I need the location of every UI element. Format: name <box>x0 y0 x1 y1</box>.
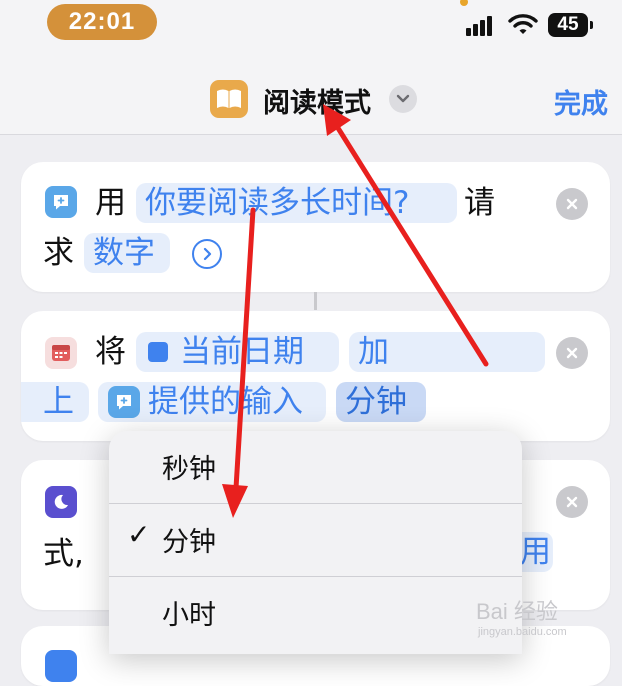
chevron-down-icon[interactable] <box>389 85 417 113</box>
calendar-icon <box>45 337 77 369</box>
message-bubble-icon <box>45 186 77 218</box>
remove-action-button[interactable] <box>556 486 588 518</box>
page-title[interactable]: 阅读模式 <box>263 81 371 120</box>
action-text: 式, <box>43 536 84 572</box>
operation-token-continued[interactable]: 上 <box>21 382 89 422</box>
chevron-right-icon[interactable] <box>192 239 222 269</box>
provided-input-token[interactable]: 提供的输入 <box>98 382 326 422</box>
provided-input-label: 提供的输入 <box>148 384 303 420</box>
message-bubble-icon <box>108 386 140 418</box>
input-type-token[interactable]: 数字 <box>84 233 170 273</box>
cellular-signal-icon <box>466 14 500 36</box>
action-card-ask-input[interactable]: 用 你要阅读多长时间? 请 求 数字 <box>21 162 610 292</box>
unit-token[interactable]: 分钟 <box>336 382 426 422</box>
done-button[interactable]: 完成 <box>554 82 608 121</box>
remove-action-button[interactable] <box>556 337 588 369</box>
action-text: 请 <box>464 185 495 221</box>
menu-item-minutes[interactable]: ✓ 分钟 <box>109 504 522 577</box>
action-text: 求 <box>43 235 74 271</box>
status-time: 22:01 <box>47 4 157 40</box>
nav-bar: 阅读模式 完成 <box>0 48 622 135</box>
watermark-url: jingyan.baidu.com <box>478 626 567 638</box>
action-verb: 用 <box>95 185 126 221</box>
unit-dropdown-menu: 秒钟 ✓ 分钟 小时 <box>109 431 522 654</box>
action-verb: 将 <box>95 334 126 370</box>
date-token-label: 当前日期 <box>180 334 304 370</box>
book-icon[interactable] <box>210 80 248 118</box>
privacy-indicator-dot <box>460 0 468 6</box>
menu-item-hours[interactable]: 小时 <box>109 577 522 650</box>
status-bar: 22:01 45 <box>0 0 622 48</box>
prompt-token[interactable]: 你要阅读多长时间? <box>136 183 457 223</box>
operation-token[interactable]: 加 <box>349 332 545 372</box>
action-card-adjust-date[interactable]: 将 当前日期 加 上 提供的输入 分钟 <box>21 311 610 441</box>
menu-item-seconds[interactable]: 秒钟 <box>109 431 522 504</box>
calendar-small-icon <box>148 342 168 362</box>
battery-icon: 45 <box>548 13 593 37</box>
checkmark-icon: ✓ <box>127 518 151 551</box>
moon-icon <box>45 486 77 518</box>
watermark-brand: Bai 经验 <box>476 599 558 624</box>
date-token[interactable]: 当前日期 <box>136 332 339 372</box>
action-connector <box>314 292 317 310</box>
remove-action-button[interactable] <box>556 188 588 220</box>
action-icon <box>45 650 77 682</box>
wifi-icon <box>508 12 538 40</box>
